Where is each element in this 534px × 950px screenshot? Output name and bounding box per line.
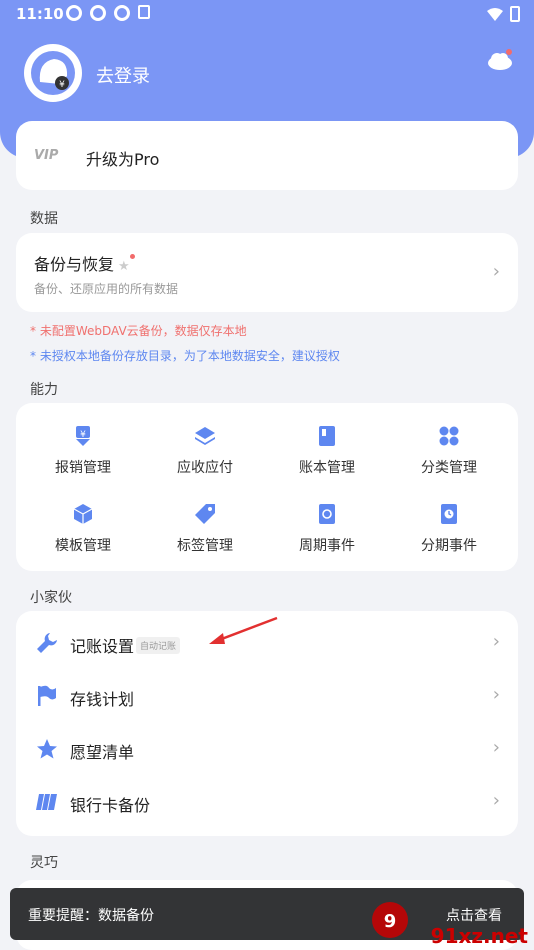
status-notification-icons: [66, 5, 150, 21]
cube-icon: [73, 504, 93, 524]
auto-bookkeeping-badge: 自动记账: [136, 637, 181, 654]
app-logo-icon: ¥: [31, 51, 75, 95]
chevron-right-icon: ›: [492, 631, 500, 652]
ability-reimburse[interactable]: ¥ 报销管理: [22, 425, 144, 477]
chevron-right-icon: ›: [492, 737, 500, 758]
backup-restore-card[interactable]: 备份与恢复 ★ 备份、还原应用的所有数据 ›: [16, 233, 518, 312]
notification-icon: [66, 5, 82, 21]
wifi-icon: [487, 8, 503, 21]
backup-title: 备份与恢复 ★: [34, 251, 135, 275]
notification-icon: [114, 5, 130, 21]
ability-installment[interactable]: 分期事件: [388, 503, 510, 555]
notification-icon: [90, 5, 106, 21]
svg-text:¥: ¥: [59, 80, 65, 90]
svg-text:9: 9: [384, 911, 397, 932]
new-indicator: [129, 254, 135, 259]
widget-row-wishlist[interactable]: 愿望清单 ›: [16, 723, 518, 776]
ability-tags[interactable]: 标签管理: [144, 503, 266, 555]
installment-icon: [441, 504, 457, 524]
wrench-icon: [37, 633, 57, 653]
layers-icon: [195, 427, 215, 445]
pro-upgrade-card[interactable]: VIP 升级为Pro: [16, 121, 518, 190]
chevron-right-icon: ›: [492, 790, 500, 811]
book-icon: [319, 426, 335, 446]
chevron-right-icon: ›: [492, 261, 500, 282]
star-icon: ★: [118, 259, 130, 274]
notification-a-icon: [138, 5, 150, 19]
ability-ledger[interactable]: 账本管理: [266, 425, 388, 477]
login-link[interactable]: 去登录: [96, 62, 150, 88]
reimburse-icon: ¥: [76, 426, 90, 446]
battery-icon: [510, 6, 520, 22]
section-title-widgets: 小家伙: [30, 590, 72, 606]
widget-row-savings-plan[interactable]: 存钱计划 ›: [16, 670, 518, 723]
section-title-abilities: 能力: [30, 382, 58, 398]
card-icon: [36, 794, 57, 810]
section-title-smart: 灵巧: [30, 855, 58, 871]
ability-receivable[interactable]: 应收应付: [144, 425, 266, 477]
watermark-text: 91xz.net: [430, 924, 528, 948]
status-system-icons: [486, 6, 520, 22]
ability-category[interactable]: 分类管理: [388, 425, 510, 477]
vip-logo-icon: VIP: [34, 148, 59, 163]
grid-icon: [439, 426, 459, 446]
status-time: 11:10: [16, 5, 64, 23]
toast-message: 重要提醒：数据备份: [28, 908, 154, 924]
ability-template[interactable]: 模板管理: [22, 503, 144, 555]
chevron-right-icon: ›: [492, 684, 500, 705]
svg-text:¥: ¥: [80, 430, 86, 440]
authorize-warning[interactable]: * 未授权本地备份存放目录，为了本地数据安全，建议授权: [30, 347, 340, 364]
section-title-data: 数据: [30, 211, 58, 227]
flag-icon: [38, 685, 56, 706]
backup-subtitle: 备份、还原应用的所有数据: [34, 282, 179, 296]
upgrade-label: 升级为Pro: [86, 150, 160, 169]
cloud-sync-icon[interactable]: [486, 49, 514, 77]
status-bar: 11:10: [0, 0, 534, 28]
abilities-card: ¥ 报销管理 应收应付 账本管理 分类管理 模板管理 标签管理 周期事件 分期事…: [16, 403, 518, 571]
cycle-icon: [319, 504, 335, 524]
widget-row-bank-card-backup[interactable]: 银行卡备份 ›: [16, 776, 518, 829]
annotation-arrow-icon: [209, 616, 278, 644]
tag-icon: [195, 504, 215, 524]
ability-cycle-events[interactable]: 周期事件: [266, 503, 388, 555]
star-icon: [37, 739, 57, 759]
avatar[interactable]: ¥: [24, 44, 82, 102]
webdav-warning[interactable]: * 未配置WebDAV云备份，数据仅存本地: [30, 322, 247, 339]
